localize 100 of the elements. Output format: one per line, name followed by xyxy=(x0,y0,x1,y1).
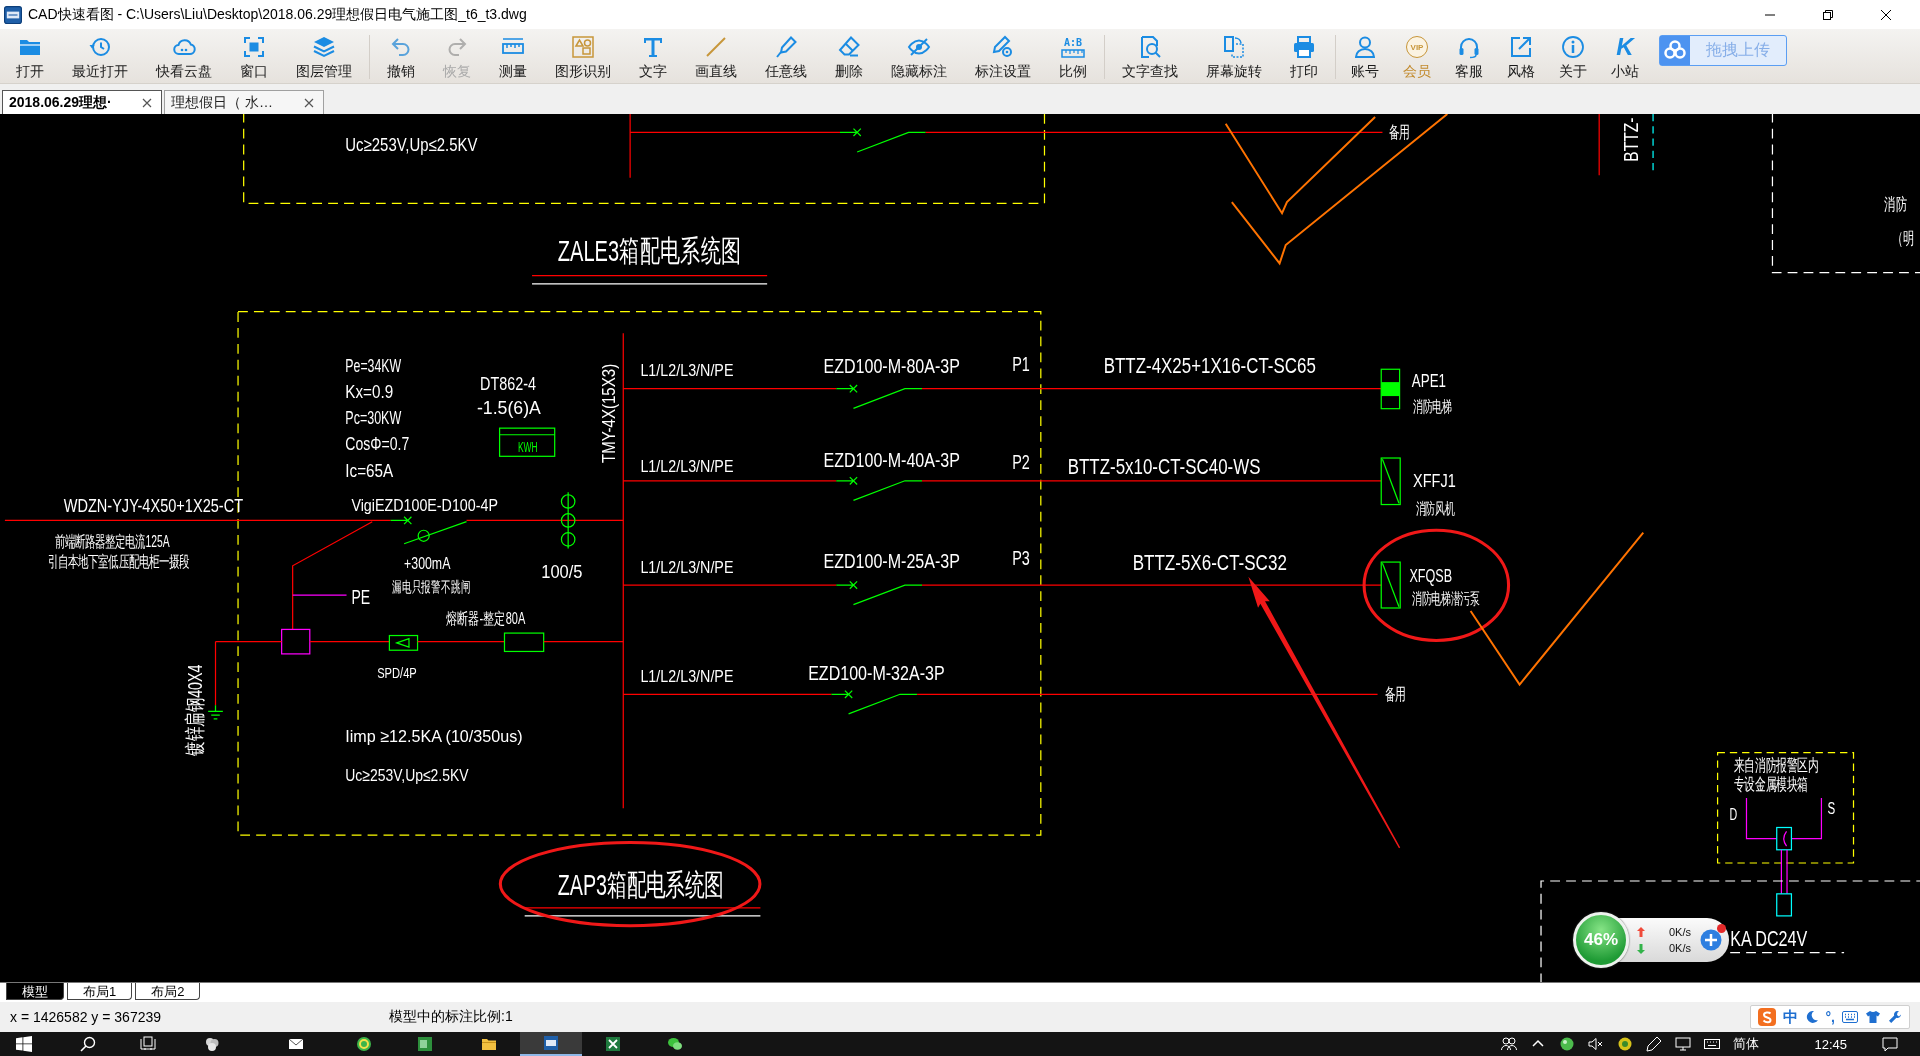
circuit-label: P3 xyxy=(1012,546,1030,570)
load-data-text: Pc=30KW xyxy=(345,407,402,428)
toolbar-button[interactable]: 图形识别 xyxy=(541,29,625,83)
toolbar-button[interactable]: 图层管理 xyxy=(282,29,366,83)
surge-protector-symbol xyxy=(388,634,419,651)
input-mode-toggle[interactable]: 中 xyxy=(1782,1007,1798,1027)
control-wire xyxy=(1780,849,1788,895)
toolbar-button[interactable]: 删除 xyxy=(821,29,877,83)
document-tab[interactable]: 理想假日（ 水… xyxy=(164,90,324,114)
shirt-icon[interactable] xyxy=(1865,1010,1881,1024)
monitor-icon[interactable] xyxy=(1675,1036,1692,1052)
windows-logo-icon xyxy=(16,1036,32,1052)
toolbar-button[interactable]: 撤销 xyxy=(373,29,429,83)
cursor-coordinates: x = 1426582 y = 367239 xyxy=(10,1009,163,1025)
pen-icon xyxy=(774,35,798,59)
toolbar-button[interactable]: 隐藏标注 xyxy=(877,29,961,83)
load-data-text: Ic=65A xyxy=(345,460,394,481)
toolbar-button[interactable]: 画直线 xyxy=(681,29,751,83)
toolbar-button[interactable]: 测量 xyxy=(485,29,541,83)
document-tab[interactable]: 2018.06.29理想· xyxy=(2,90,162,114)
breaker-label: EZD100-M-40A-3P xyxy=(823,448,960,472)
toolbar-button[interactable]: 账号 xyxy=(1339,29,1391,83)
load-data-text: Kx=0.9 xyxy=(345,381,394,402)
app-icon xyxy=(4,5,22,24)
spd-label: SPD/4P xyxy=(377,664,417,681)
speaker-muted-icon[interactable] xyxy=(1588,1036,1605,1052)
toolbar-button[interactable]: A:B 比例 xyxy=(1045,29,1101,83)
busbar-label: TMY-4X(15X3) xyxy=(598,363,620,463)
target-icon[interactable] xyxy=(1617,1036,1634,1052)
line-icon xyxy=(704,35,728,59)
breaker-label: EZD100-M-80A-3P xyxy=(823,354,960,378)
layout-tab[interactable]: 模型 xyxy=(6,983,64,1000)
close-icon[interactable] xyxy=(304,97,314,108)
toolbar-button[interactable]: 屏幕旋转 xyxy=(1192,29,1276,83)
load-data-text: CosΦ=0.7 xyxy=(345,434,410,453)
toolbar-button[interactable]: 最近打开 xyxy=(58,29,142,83)
toolbar-button[interactable]: 文字 xyxy=(625,29,681,83)
input-method-logo-icon[interactable] xyxy=(1757,1008,1776,1026)
panel-label: 消防 xyxy=(1884,194,1908,214)
meter-model-text: DT862-4 xyxy=(480,373,536,394)
circles-icon xyxy=(204,1036,220,1052)
input-language[interactable]: 简体 xyxy=(1733,1035,1760,1053)
clock-icon xyxy=(88,35,112,59)
plus-icon[interactable] xyxy=(1700,929,1722,951)
rotate-screen-icon xyxy=(1222,35,1246,59)
phase-label: L1/L2/L3/N/PE xyxy=(640,360,734,379)
toolbar-button[interactable]: 文字查找 xyxy=(1108,29,1192,83)
circuit-label: P1 xyxy=(1012,353,1030,376)
contact-symbol xyxy=(1776,826,1793,851)
keyboard-icon[interactable] xyxy=(1704,1036,1721,1052)
wrench-icon[interactable] xyxy=(1888,1010,1902,1024)
cloud-icon xyxy=(1660,36,1690,65)
pen-icon[interactable] xyxy=(1646,1036,1663,1052)
close-icon[interactable] xyxy=(142,97,152,108)
toolbar-button[interactable]: 风格 xyxy=(1495,29,1547,83)
document-tile-icon xyxy=(417,1036,433,1052)
leakage-note: 漏电只报警不跳闸 xyxy=(391,577,471,596)
spare-label: 备用 xyxy=(1384,684,1406,704)
toolbar-button[interactable]: 打开 xyxy=(2,29,58,83)
moon-icon[interactable] xyxy=(1804,1010,1819,1024)
toolbar-button[interactable]: 快看云盘 xyxy=(142,29,226,83)
surge-rating-text: Uc≥253V,Up≤2.5KV xyxy=(345,765,469,785)
diagram-title: ZAP3箱配电系统图 xyxy=(557,867,724,901)
speech-bubble-icon[interactable] xyxy=(1882,1036,1898,1052)
cable-label: BTTZ-5X6-CT-SC32 xyxy=(1132,549,1287,575)
toolbar-button[interactable]: K 小站 xyxy=(1599,29,1651,83)
fuse-note: 熔断器-整定80A xyxy=(445,610,526,628)
toolbar-button[interactable]: 客服 xyxy=(1443,29,1495,83)
junction-box xyxy=(281,628,311,655)
phase-label: L1/L2/L3/N/PE xyxy=(640,666,734,685)
vip-badge: VIP xyxy=(1406,36,1428,58)
load-code: APE1 xyxy=(1411,369,1446,390)
toolbar-button[interactable]: 标注设置 xyxy=(961,29,1045,83)
toolbar-button[interactable]: 关于 xyxy=(1547,29,1599,83)
ball-icon[interactable] xyxy=(1559,1036,1576,1052)
circuit-label: P2 xyxy=(1012,451,1030,474)
window-tile-icon xyxy=(543,1035,559,1051)
punctuation-toggle[interactable]: °, xyxy=(1825,1009,1835,1025)
taskbar-button[interactable] xyxy=(520,1032,582,1056)
layout-tab[interactable]: 布局2 xyxy=(135,983,201,1000)
load-name: 消防电梯潜污泵 xyxy=(1411,589,1480,608)
control-wire xyxy=(1790,797,1823,840)
load-name: 消防风机 xyxy=(1415,499,1455,518)
k-logo: K xyxy=(1616,35,1634,59)
toolbar-button[interactable]: 打印 xyxy=(1276,29,1332,83)
task-view-icon xyxy=(140,1036,156,1052)
clock[interactable]: 12:45 xyxy=(1814,1036,1847,1052)
ruler-icon xyxy=(1061,48,1085,58)
panel-label: （明 xyxy=(1891,228,1916,248)
cable-label: WDZN-YJY-4X50+1X25-CT xyxy=(63,495,244,517)
load-code: XFQSB xyxy=(1409,564,1453,586)
envelope-icon xyxy=(288,1036,304,1052)
toolbar-button[interactable]: 窗口 xyxy=(226,29,282,83)
eraser-icon xyxy=(837,35,861,59)
people-icon[interactable] xyxy=(1501,1036,1518,1052)
toolbar-button[interactable]: 任意线 xyxy=(751,29,821,83)
layout-tab[interactable]: 布局1 xyxy=(67,983,133,1000)
spare-label: 备用 xyxy=(1388,122,1410,142)
window-title: CAD快速看图 - C:\Users\Liu\Desktop\2018.06.29理想假日电气施工图_t6_t3.dwg xyxy=(28,5,528,24)
breaker-label: EZD100-M-25A-3P xyxy=(823,549,960,573)
